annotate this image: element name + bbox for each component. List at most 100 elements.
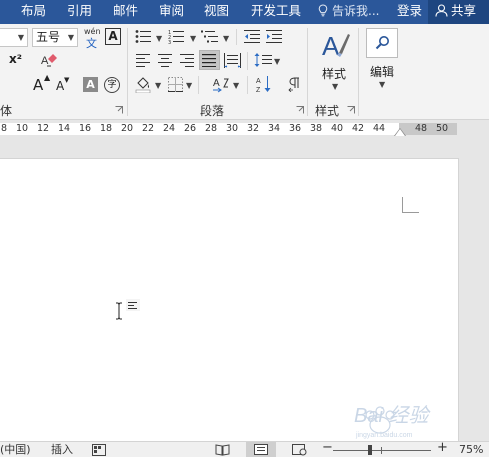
justify-button[interactable]	[199, 50, 220, 70]
ruler-tick: 44	[372, 123, 386, 134]
person-icon	[435, 4, 448, 17]
click-and-type-align-icon	[126, 299, 140, 311]
language-indicator[interactable]: (中国)	[0, 443, 31, 457]
line-spacing-icon[interactable]	[254, 52, 272, 68]
share-button[interactable]: 共享	[428, 0, 489, 24]
dialog-launcher-icon[interactable]	[347, 106, 355, 114]
distributed-icon[interactable]	[224, 53, 241, 68]
grow-font-button[interactable]: A	[33, 76, 43, 94]
character-border-button[interactable]: A	[105, 28, 121, 45]
font-group-label: 体	[0, 104, 13, 118]
ruler-tick: 22	[141, 123, 155, 134]
editing-label: 编辑	[370, 65, 395, 79]
svg-text:A: A	[213, 78, 220, 89]
tab-mailings[interactable]: 邮件	[113, 0, 138, 24]
font-name-box[interactable]: ▼	[0, 28, 28, 47]
align-left-icon[interactable]	[136, 54, 151, 67]
multilevel-list-icon[interactable]	[201, 29, 219, 44]
tab-review[interactable]: 审阅	[159, 0, 184, 24]
chevron-down-icon: ▼	[17, 33, 24, 42]
chevron-down-icon[interactable]: ▼	[233, 81, 239, 90]
zoom-in-button[interactable]: +	[437, 441, 448, 455]
caret-down-icon: ▼	[64, 76, 70, 84]
divider	[198, 76, 199, 94]
text-direction-icon[interactable]: A	[212, 76, 230, 93]
editing-button[interactable]: 编辑 ▼	[364, 27, 402, 95]
ruler-tick: 12	[36, 123, 50, 134]
ruler-tick: 20	[120, 123, 134, 134]
ruler-margin-area	[399, 123, 457, 135]
ruler-tick: 16	[78, 123, 92, 134]
chevron-down-icon[interactable]: ▼	[223, 34, 229, 43]
font-size-box[interactable]: 五号 ▼	[32, 28, 78, 47]
group-divider	[307, 28, 308, 116]
zoom-slider-thumb[interactable]	[368, 445, 372, 455]
chevron-down-icon: ▼	[332, 82, 339, 91]
zoom-level[interactable]: 75%	[459, 443, 483, 457]
borders-icon[interactable]	[168, 77, 183, 92]
find-box	[366, 28, 398, 58]
pinyin-char: 文	[86, 37, 97, 50]
numbering-icon[interactable]: 123	[168, 29, 185, 44]
ruler-tick: 32	[246, 123, 260, 134]
divider	[247, 76, 248, 94]
dialog-launcher-icon[interactable]	[115, 106, 123, 114]
shrink-font-button[interactable]: A	[56, 79, 64, 93]
zoom-out-button[interactable]: −	[322, 441, 333, 455]
zoom-slider-center-mark	[381, 447, 382, 454]
superscript-button[interactable]: x²	[9, 52, 22, 66]
ruler-tick: 50	[435, 123, 449, 134]
insert-mode-indicator[interactable]: 插入	[51, 443, 73, 457]
tell-me-box[interactable]: 告诉我...	[318, 0, 379, 24]
caret-up-icon: ▲	[44, 73, 51, 82]
chevron-down-icon: ▼	[67, 33, 74, 42]
align-right-icon[interactable]	[180, 54, 195, 67]
tab-developer[interactable]: 开发工具	[251, 0, 301, 24]
chevron-down-icon[interactable]: ▼	[274, 57, 280, 66]
web-layout-icon[interactable]	[292, 444, 307, 456]
bullets-icon[interactable]	[135, 29, 152, 44]
character-shading-button[interactable]: A	[83, 77, 98, 92]
status-bar: (中国) 插入 − + 75%	[0, 441, 489, 457]
chevron-down-icon[interactable]: ▼	[186, 81, 192, 90]
svg-text:jingyan.baidu.com: jingyan.baidu.com	[355, 432, 413, 439]
login-link[interactable]: 登录	[397, 0, 422, 24]
phonetic-guide-button[interactable]: wén 文	[83, 27, 101, 50]
ruler-tick: 14	[57, 123, 71, 134]
right-indent-marker-fill	[395, 129, 405, 136]
print-layout-button[interactable]	[246, 442, 276, 457]
paragraph-mark-icon[interactable]	[288, 77, 300, 92]
zoom-slider-track[interactable]	[333, 450, 431, 451]
group-divider	[127, 28, 128, 116]
horizontal-ruler[interactable]: 8 10 12 14 16 18 20 22 24 26 28 30 32 34…	[0, 121, 489, 138]
ribbon-tab-bar: 布局 引用 邮件 审阅 视图 开发工具 告诉我... 登录 共享	[0, 0, 489, 24]
svg-text:3: 3	[168, 40, 171, 44]
ruler-tick: 48	[414, 123, 428, 134]
group-divider	[358, 28, 359, 116]
sort-icon[interactable]: A Z	[256, 75, 272, 93]
tab-layout[interactable]: 布局	[21, 0, 46, 24]
ruler-tick: 10	[15, 123, 29, 134]
svg-text:A: A	[256, 78, 261, 85]
tab-view[interactable]: 视图	[204, 0, 229, 24]
enclose-characters-button[interactable]: 字	[104, 77, 120, 93]
ruler-tick: 40	[330, 123, 344, 134]
macro-record-icon[interactable]	[92, 444, 106, 456]
chevron-down-icon[interactable]: ▼	[156, 34, 162, 43]
chevron-down-icon[interactable]: ▼	[190, 34, 196, 43]
align-center-icon[interactable]	[158, 54, 173, 67]
ruler-tick: 18	[99, 123, 113, 134]
shading-icon[interactable]	[135, 76, 152, 93]
styles-label: 样式	[322, 67, 347, 81]
styles-button[interactable]: A 样式 ▼	[316, 27, 356, 95]
tab-references[interactable]: 引用	[67, 0, 92, 24]
chevron-down-icon: ▼	[379, 80, 386, 89]
dialog-launcher-icon[interactable]	[296, 106, 304, 114]
svg-text:A: A	[322, 31, 340, 61]
read-mode-icon[interactable]	[215, 444, 230, 456]
chevron-down-icon[interactable]: ▼	[155, 81, 161, 90]
ruler-tick: 28	[204, 123, 218, 134]
decrease-indent-icon[interactable]	[244, 29, 261, 44]
clear-formatting-icon[interactable]: A	[40, 53, 58, 68]
increase-indent-icon[interactable]	[266, 29, 283, 44]
